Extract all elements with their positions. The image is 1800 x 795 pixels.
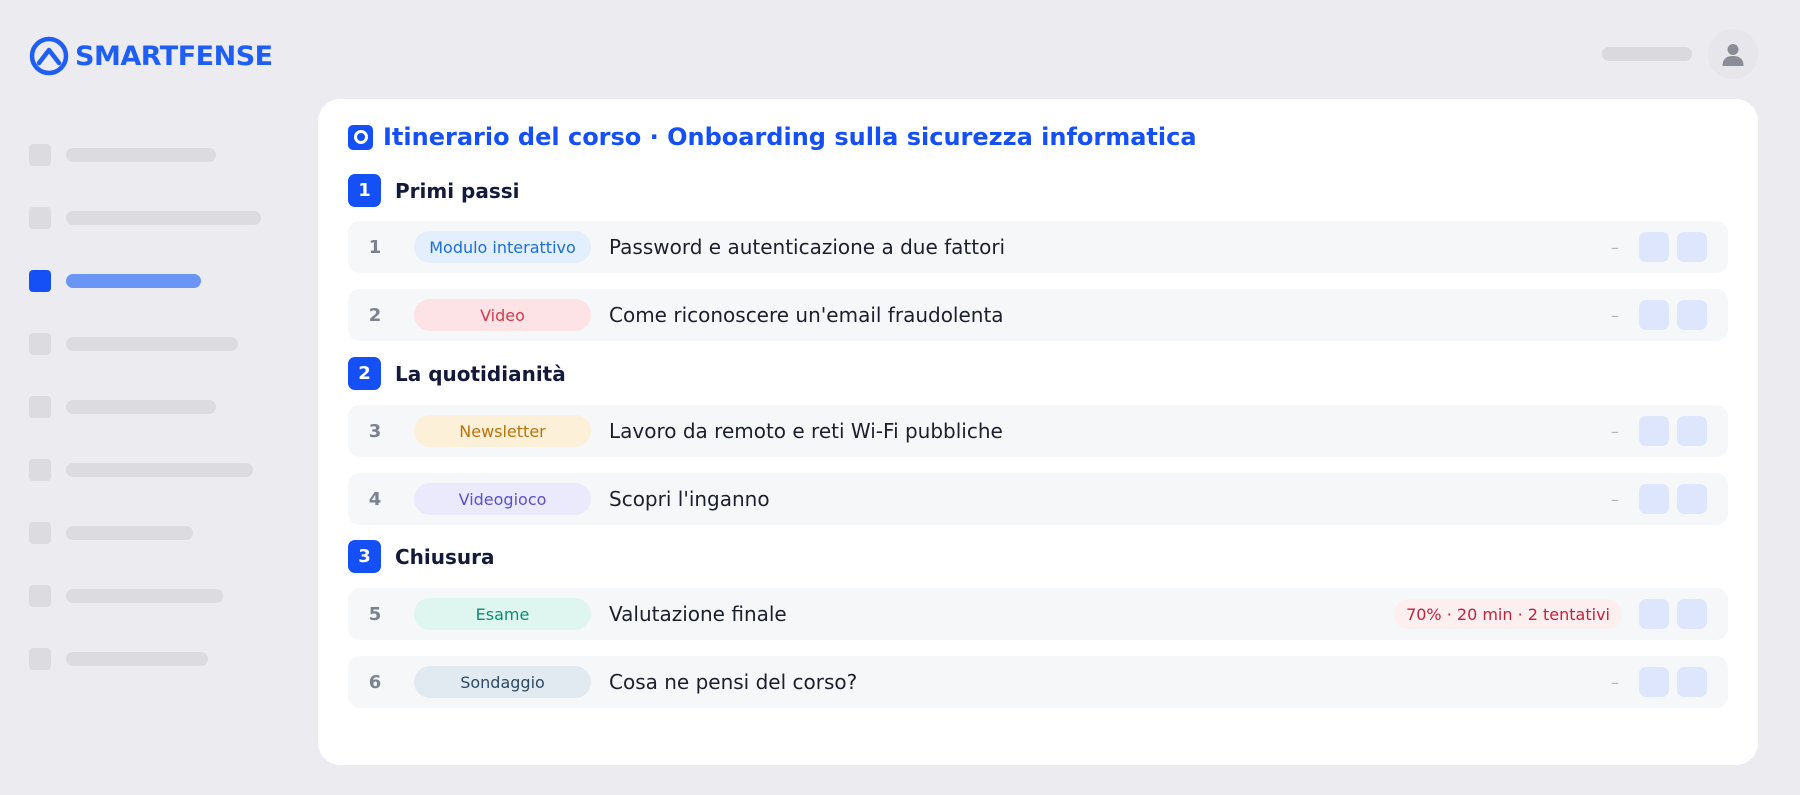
sidebar-item-icon	[29, 648, 51, 670]
item-action-button[interactable]	[1639, 484, 1669, 514]
sidebar-item[interactable]	[29, 459, 253, 481]
sidebar-item-label-placeholder	[66, 652, 208, 666]
sidebar-item[interactable]	[29, 333, 238, 355]
sidebar-item-label-placeholder	[66, 526, 193, 540]
item-number: 3	[368, 420, 382, 442]
section-title: Primi passi	[395, 178, 520, 203]
sidebar-item[interactable]	[29, 144, 216, 166]
item-title: Valutazione finale	[609, 602, 787, 626]
section-number-badge: 2	[348, 357, 381, 390]
sidebar-item-icon	[29, 270, 51, 292]
item-action-button[interactable]	[1677, 232, 1707, 262]
page-title: Itinerario del corso · Onboarding sulla …	[383, 123, 1197, 151]
sidebar-item-label-placeholder	[66, 211, 261, 225]
item-meta: –	[1611, 237, 1619, 257]
item-number: 5	[368, 603, 382, 625]
item-title: Lavoro da remoto e reti Wi-Fi pubbliche	[609, 419, 1003, 443]
course-item-row[interactable]: 1 Modulo interattivo Password e autentic…	[348, 221, 1728, 273]
brand-name: SMARTFENSE	[75, 40, 273, 72]
sidebar-item-active[interactable]	[29, 270, 201, 292]
section-title: La quotidianità	[395, 361, 566, 386]
user-name-placeholder	[1602, 47, 1692, 61]
sidebar-item[interactable]	[29, 396, 216, 418]
item-meta: –	[1611, 305, 1619, 325]
user-icon	[1722, 44, 1744, 66]
sidebar-item[interactable]	[29, 522, 193, 544]
course-item-row[interactable]: 6 Sondaggio Cosa ne pensi del corso? –	[348, 656, 1728, 708]
item-type-badge: Newsletter	[414, 415, 591, 447]
card-header: Itinerario del corso · Onboarding sulla …	[348, 123, 1197, 151]
sidebar-item-label-placeholder	[66, 148, 216, 162]
item-type-badge: Video	[414, 299, 591, 331]
sidebar-item-icon	[29, 396, 51, 418]
sidebar-item-label-placeholder	[66, 274, 201, 288]
section-header: 1 Primi passi	[348, 174, 520, 207]
sidebar-item[interactable]	[29, 585, 223, 607]
item-type-badge: Modulo interattivo	[414, 231, 591, 263]
sidebar-item-icon	[29, 333, 51, 355]
item-action-button[interactable]	[1677, 416, 1707, 446]
item-action-button[interactable]	[1639, 599, 1669, 629]
item-action-button[interactable]	[1639, 416, 1669, 446]
item-meta: –	[1611, 421, 1619, 441]
itinerary-icon	[348, 124, 373, 150]
sidebar-item-icon	[29, 585, 51, 607]
item-action-button[interactable]	[1639, 232, 1669, 262]
sidebar-item-label-placeholder	[66, 589, 223, 603]
section-header: 2 La quotidianità	[348, 357, 566, 390]
sidebar-item-icon	[29, 207, 51, 229]
item-action-button[interactable]	[1639, 300, 1669, 330]
item-action-button[interactable]	[1639, 667, 1669, 697]
course-item-row[interactable]: 3 Newsletter Lavoro da remoto e reti Wi-…	[348, 405, 1728, 457]
section-title: Chiusura	[395, 544, 495, 569]
item-title: Come riconoscere un'email fraudolenta	[609, 303, 1004, 327]
item-type-badge: Esame	[414, 598, 591, 630]
item-number: 2	[368, 304, 382, 326]
item-action-button[interactable]	[1677, 667, 1707, 697]
brand-logo[interactable]: SMARTFENSE	[29, 36, 273, 76]
sidebar-item-icon	[29, 522, 51, 544]
sidebar-item-label-placeholder	[66, 337, 238, 351]
course-item-row[interactable]: 4 Videogioco Scopri l'inganno –	[348, 473, 1728, 525]
item-action-button[interactable]	[1677, 300, 1707, 330]
item-number: 4	[368, 488, 382, 510]
item-title: Password e autenticazione a due fattori	[609, 235, 1006, 259]
course-item-row[interactable]: 2 Video Come riconoscere un'email fraudo…	[348, 289, 1728, 341]
item-title: Scopri l'inganno	[609, 487, 770, 511]
item-number: 1	[368, 236, 382, 258]
item-meta: –	[1611, 672, 1619, 692]
sidebar-item[interactable]	[29, 207, 261, 229]
section-number-badge: 1	[348, 174, 381, 207]
exam-settings-badge: 70% · 20 min · 2 tentativi	[1394, 599, 1622, 629]
section-number-badge: 3	[348, 540, 381, 573]
sidebar-item-icon	[29, 144, 51, 166]
logo-icon	[29, 36, 69, 76]
sidebar-item[interactable]	[29, 648, 208, 670]
sidebar-item-label-placeholder	[66, 400, 216, 414]
item-type-badge: Videogioco	[414, 483, 591, 515]
item-meta: –	[1611, 489, 1619, 509]
course-item-row[interactable]: 5 Esame Valutazione finale 70% · 20 min …	[348, 588, 1728, 640]
course-itinerary-card: Itinerario del corso · Onboarding sulla …	[318, 99, 1758, 765]
item-number: 6	[368, 671, 382, 693]
sidebar-item-label-placeholder	[66, 463, 253, 477]
item-action-button[interactable]	[1677, 599, 1707, 629]
user-avatar[interactable]	[1708, 29, 1758, 79]
item-title: Cosa ne pensi del corso?	[609, 670, 858, 694]
item-type-badge: Sondaggio	[414, 666, 591, 698]
sidebar-item-icon	[29, 459, 51, 481]
section-header: 3 Chiusura	[348, 540, 495, 573]
item-action-button[interactable]	[1677, 484, 1707, 514]
